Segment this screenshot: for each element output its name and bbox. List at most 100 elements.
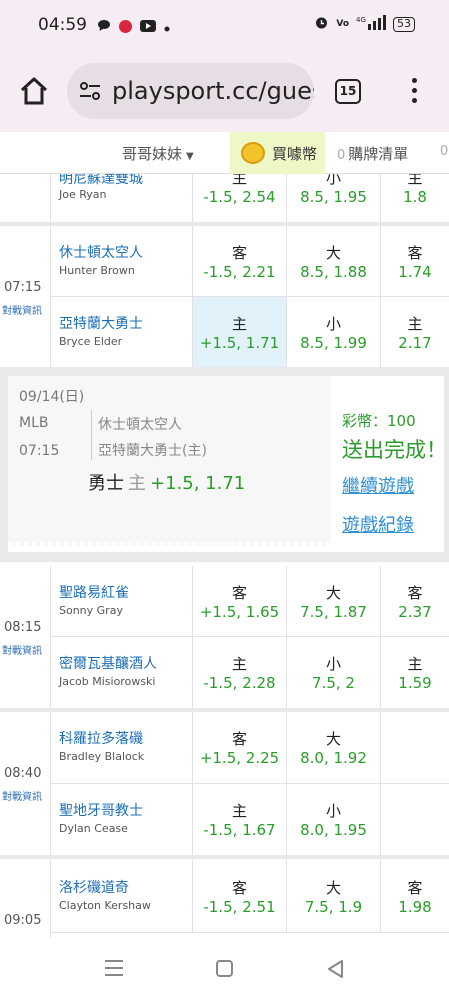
team-name[interactable]: 亞特蘭大勇士	[59, 313, 143, 333]
odds-cell[interactable]: 主 1.8	[381, 174, 449, 222]
odds-cell[interactable]: 客 1.74	[381, 226, 449, 296]
url-text[interactable]: playsport.cc/gues	[112, 77, 314, 105]
pitcher-name: Jacob Misiorowski	[59, 675, 156, 688]
odds-cell[interactable]: 小 8.5, 1.95	[287, 174, 381, 222]
cart-count: 0	[337, 148, 346, 163]
team-away[interactable]: 科羅拉多落磯 Bradley Blalock	[51, 712, 193, 783]
browser-toolbar: playsport.cc/gues 15	[0, 50, 449, 132]
continue-game-link[interactable]: 繼續遊戲	[342, 472, 414, 498]
team-home[interactable]: 亞特蘭大勇士 Bryce Elder	[51, 297, 193, 367]
game-time: 08:40	[4, 766, 42, 781]
odds-cell[interactable]: 主 -1.5, 2.28	[193, 637, 287, 708]
game-block: 07:15 對戰資訊 休士頓太空人 Hunter Brown 客 -1.5, 2.…	[0, 226, 449, 367]
more-notifications-icon	[164, 17, 170, 36]
odds-value: 8.5, 1.88	[300, 263, 367, 281]
odds-label: 客	[231, 879, 247, 897]
nav-more-count[interactable]: 0	[440, 144, 448, 159]
team-name[interactable]: 明尼蘇達雙城	[59, 174, 143, 188]
game-block: 09:05 洛杉磯道奇 Clayton Kershaw 客 -1.5, 2.51 …	[0, 859, 449, 938]
game-time: 08:15	[4, 620, 42, 635]
odds-label: 大	[325, 730, 341, 748]
bet-confirmation: 09/14(日) MLB 07:15 休士頓太空人 亞特蘭大勇士(主) 勇士主 +…	[8, 376, 447, 552]
system-nav-bar	[0, 938, 449, 1000]
nav-dropdown-label: 哥哥妹妹	[122, 145, 183, 163]
site-settings-icon[interactable]	[79, 81, 101, 101]
odds-value: -1.5, 2.54	[203, 188, 276, 206]
battery-icon: 53	[393, 16, 415, 32]
recent-apps-icon[interactable]	[105, 960, 123, 976]
nav-dropdown[interactable]: 哥哥妹妹 ▼	[122, 143, 194, 164]
team-name[interactable]: 聖地牙哥教士	[59, 800, 143, 820]
odds-cell[interactable]: 客 +1.5, 1.65	[193, 566, 287, 636]
bet-ticket: 09/14(日) MLB 07:15 休士頓太空人 亞特蘭大勇士(主) 勇士主 +…	[8, 376, 331, 546]
svg-text:4G: 4G	[356, 16, 366, 24]
status-right: Vo 4G 53	[314, 15, 415, 33]
matchup-info-link[interactable]: 對戰資訊	[2, 788, 42, 803]
odds-cell[interactable]: 大 7.5, 1.87	[287, 566, 381, 636]
odds-cell[interactable]: 客 -1.5, 2.21	[193, 226, 287, 296]
odds-cell[interactable]: 客 +1.5, 2.25	[193, 712, 287, 783]
team-name[interactable]: 密爾瓦基釀酒人	[59, 653, 157, 673]
odds-cell[interactable]: 小 8.5, 1.99	[287, 297, 381, 367]
odds-cell[interactable]: 大 8.0, 1.92	[287, 712, 381, 783]
home-icon[interactable]	[19, 76, 49, 106]
team-name[interactable]: 洛杉磯道奇	[59, 877, 129, 897]
odds-cell[interactable]: 客 -1.5, 2.51	[193, 859, 287, 932]
odds-cell-selected[interactable]: 主 +1.5, 1.71	[193, 297, 287, 367]
tab-switcher-button[interactable]: 15	[335, 79, 361, 104]
pitcher-name: Sonny Gray	[59, 604, 123, 617]
pick-team: 勇士	[88, 473, 124, 494]
pitcher-name: Hunter Brown	[59, 264, 135, 277]
team-name[interactable]: 休士頓太空人	[59, 242, 143, 262]
pitcher-name: Clayton Kershaw	[59, 899, 151, 912]
odds-cell[interactable]: 主 -1.5, 1.67	[193, 784, 287, 855]
odds-label: 客	[407, 584, 423, 602]
odds-cell[interactable]	[381, 712, 449, 783]
team-away[interactable]: 聖路易紅雀 Sonny Gray	[51, 566, 193, 636]
cart-link[interactable]: 0 購牌清單	[337, 143, 408, 164]
odds-cell[interactable]: 大 8.5, 1.88	[287, 226, 381, 296]
odds-label: 主	[231, 174, 247, 187]
status-bar: 04:59 Vo 4G 53	[0, 0, 449, 50]
odds-label: 客	[407, 244, 423, 262]
odds-cell[interactable]: 小 7.5, 2	[287, 637, 381, 708]
team-away[interactable]: 明尼蘇達雙城 Joe Ryan	[51, 174, 193, 222]
team-home[interactable]: 密爾瓦基釀酒人 Jacob Misiorowski	[51, 637, 193, 708]
odds-cell[interactable]: 主 1.59	[381, 637, 449, 708]
back-icon[interactable]	[326, 959, 344, 979]
matchup-info-link[interactable]: 對戰資訊	[2, 642, 42, 657]
odds-label: 大	[325, 244, 341, 262]
ticket-home-team: 亞特蘭大勇士(主)	[98, 443, 207, 459]
odds-cell[interactable]: 主 2.17	[381, 297, 449, 367]
game-history-link[interactable]: 遊戲紀錄	[342, 511, 414, 537]
odds-value: 7.5, 2	[312, 674, 355, 692]
odds-value: 8.5, 1.95	[300, 188, 367, 206]
browser-menu-icon[interactable]	[409, 78, 419, 106]
team-name[interactable]: 科羅拉多落磯	[59, 728, 143, 748]
buy-coins-button[interactable]: 買噱幣	[230, 132, 325, 174]
odds-label: 客	[231, 244, 247, 262]
status-time: 04:59	[38, 15, 87, 35]
odds-cell[interactable]	[381, 784, 449, 855]
odds-cell[interactable]: 大 7.5, 1.9	[287, 859, 381, 932]
team-away[interactable]: 休士頓太空人 Hunter Brown	[51, 226, 193, 296]
pick-side: 主	[128, 473, 146, 494]
ticket-date: 09/14(日)	[19, 389, 85, 405]
team-away[interactable]: 洛杉磯道奇 Clayton Kershaw	[51, 859, 193, 932]
odds-cell[interactable]: 客 2.37	[381, 566, 449, 636]
pitcher-name: Dylan Cease	[59, 822, 128, 835]
matchup-info-link[interactable]: 對戰資訊	[2, 302, 42, 317]
odds-label: 客	[231, 730, 247, 748]
home-button-icon[interactable]	[216, 960, 233, 977]
odds-label: 主	[231, 655, 247, 673]
game-block: 08:15 對戰資訊 聖路易紅雀 Sonny Gray 客 +1.5, 1.65 …	[0, 566, 449, 708]
pitcher-name: Bryce Elder	[59, 335, 123, 348]
odds-cell[interactable]: 客 1.98	[381, 859, 449, 932]
address-bar[interactable]: playsport.cc/gues	[67, 63, 314, 119]
odds-label: 主	[231, 315, 247, 333]
time-cell: 08:40 對戰資訊	[0, 712, 51, 855]
team-home[interactable]: 聖地牙哥教士 Dylan Cease	[51, 784, 193, 855]
odds-cell[interactable]: 小 8.0, 1.95	[287, 784, 381, 855]
odds-cell[interactable]: 主 -1.5, 2.54	[193, 174, 287, 222]
team-name[interactable]: 聖路易紅雀	[59, 582, 129, 602]
